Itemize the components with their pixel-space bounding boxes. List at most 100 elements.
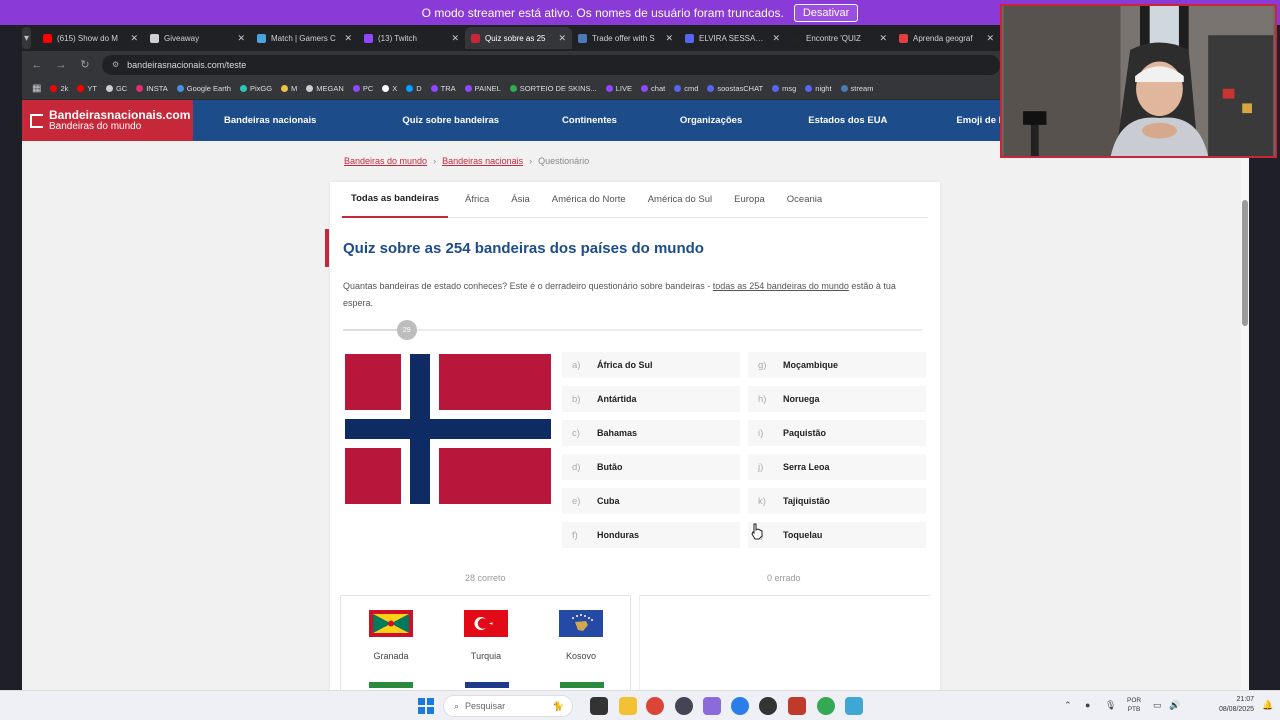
bookmark-item[interactable]: PixGG [239, 84, 272, 93]
tab-asia[interactable]: Ásia [502, 182, 538, 218]
nav-organizacoes[interactable]: Organizações [680, 115, 742, 126]
answer-option[interactable]: i) Paquistão [748, 420, 926, 446]
close-tab-icon[interactable]: ✕ [879, 33, 887, 44]
answer-option[interactable]: d) Butão [562, 454, 740, 480]
breadcrumb-bandeiras-nacionais[interactable]: Bandeiras nacionais [442, 156, 523, 166]
close-tab-icon[interactable]: ✕ [451, 33, 459, 44]
site-logo[interactable]: Bandeirasnacionais.com Bandeiras do mund… [22, 100, 193, 141]
bookmark-item[interactable]: D [406, 84, 422, 93]
bookmark-item[interactable]: GC [105, 84, 127, 93]
answer-option[interactable]: g) Moçambique [748, 352, 926, 378]
bookmark-item[interactable]: TRA [430, 84, 456, 93]
edge-icon[interactable] [731, 697, 749, 715]
tab-search-icon[interactable]: ▾ [22, 27, 31, 49]
bookmark-item[interactable]: Google Earth [176, 84, 231, 93]
bookmark-item[interactable]: PAINEL [464, 84, 501, 93]
tab-america-norte[interactable]: América do Norte [543, 182, 635, 218]
tab-europa[interactable]: Europa [725, 182, 774, 218]
close-tab-icon[interactable]: ✕ [344, 33, 352, 44]
tab-africa[interactable]: África [456, 182, 498, 218]
browser-tab[interactable]: Match | Gamers C ✕ [251, 27, 358, 49]
bookmark-item[interactable]: stream [840, 84, 873, 93]
close-tab-icon[interactable]: ✕ [237, 33, 245, 44]
tab-america-sul[interactable]: América do Sul [639, 182, 721, 218]
clock[interactable]: 21:07 08/08/2025 [1219, 695, 1254, 715]
browser-tab[interactable]: Quiz sobre as 25 ✕ [465, 27, 572, 49]
bookmark-item[interactable]: night [805, 84, 832, 93]
tray-chevron-icon[interactable]: ⌃ [1064, 700, 1072, 711]
answer-option[interactable]: l)Toquelau [748, 522, 926, 548]
answer-option[interactable]: a) África do Sul [562, 352, 740, 378]
scrollbar-thumb[interactable] [1242, 200, 1248, 326]
reload-icon[interactable]: ↻ [78, 58, 92, 71]
chrome-profile-icon[interactable] [817, 697, 835, 715]
bookmark-item[interactable]: 2k [50, 84, 68, 93]
browser-tab[interactable]: ELVIRA SESSAO D ✕ [679, 27, 786, 49]
disable-streamer-mode-button[interactable]: Desativar [793, 3, 859, 22]
taskbar-search[interactable]: ⌕ Pesquisar 🐈 [443, 695, 573, 717]
answer-option[interactable]: c) Bahamas [562, 420, 740, 446]
answer-option[interactable]: k) Tajiquistão [748, 488, 926, 514]
answer-option[interactable]: h) Noruega [748, 386, 926, 412]
answer-option[interactable]: f) Honduras [562, 522, 740, 548]
volume-icon[interactable]: 🔊 [1169, 700, 1180, 711]
app-icon[interactable] [675, 697, 693, 715]
close-tab-icon[interactable]: ✕ [986, 33, 994, 44]
option-key: a) [572, 359, 581, 371]
answer-option[interactable]: b) Antártida [562, 386, 740, 412]
tray-app-icon[interactable]: ● [1085, 700, 1090, 710]
bookmark-item[interactable]: INSTA [136, 84, 168, 93]
desc-link[interactable]: todas as 254 bandeiras do mundo [713, 281, 849, 291]
windows-start-icon[interactable] [418, 698, 434, 714]
nav-bandeiras-nacionais[interactable]: Bandeiras nacionais [224, 115, 316, 126]
language-indicator[interactable]: POR PTB [1127, 696, 1141, 714]
app-icon[interactable] [788, 697, 806, 715]
bookmark-favicon-icon [136, 85, 144, 92]
bookmark-item[interactable]: SORTEIO DE SKINS... [509, 84, 597, 93]
close-tab-icon[interactable]: ✕ [665, 33, 673, 44]
address-bar[interactable]: ⚙ bandeirasnacionais.com/teste [102, 54, 1000, 75]
task-view-icon[interactable] [590, 697, 608, 715]
app-icon[interactable] [845, 697, 863, 715]
bookmark-item[interactable]: cmd [674, 84, 698, 93]
bookmark-item[interactable]: MEGAN [306, 84, 344, 93]
close-tab-icon[interactable]: ✕ [558, 33, 566, 44]
bookmark-item[interactable]: msg [772, 84, 796, 93]
bookmark-item[interactable]: PC [352, 84, 373, 93]
browser-tab[interactable]: Encontre 'QUIZ ✕ [786, 27, 893, 49]
network-icon[interactable]: ▭ [1153, 700, 1162, 711]
browser-tab[interactable]: Giveaway ✕ [144, 27, 251, 49]
forward-icon[interactable]: → [54, 59, 68, 71]
bookmark-item[interactable]: X [382, 84, 397, 93]
chrome-icon[interactable] [646, 697, 664, 715]
tab-oceania[interactable]: Oceania [778, 182, 831, 218]
bookmark-item[interactable]: soostasCHAT [707, 84, 763, 93]
site-info-icon[interactable]: ⚙ [112, 60, 119, 69]
page-scrollbar[interactable] [1241, 141, 1249, 690]
close-tab-icon[interactable]: ✕ [772, 33, 780, 44]
discord-icon[interactable] [703, 697, 721, 715]
browser-tab[interactable]: Aprenda geograf ✕ [893, 27, 1000, 49]
microphone-icon[interactable]: 🎙 [1105, 700, 1116, 711]
tab-todas[interactable]: Todas as bandeiras [342, 182, 448, 218]
answer-option[interactable]: j) Serra Leoa [748, 454, 926, 480]
notification-bell-icon[interactable]: 🔔 [1262, 700, 1273, 711]
bookmark-item[interactable]: LIVE [605, 84, 632, 93]
bookmark-item[interactable]: YT [77, 84, 97, 93]
back-icon[interactable]: ← [30, 59, 44, 71]
nav-quiz-bandeiras[interactable]: Quiz sobre bandeiras [402, 115, 499, 126]
flag-granada-icon [369, 610, 413, 637]
answer-option[interactable]: e) Cuba [562, 488, 740, 514]
browser-tab[interactable]: Trade offer with S ✕ [572, 27, 679, 49]
browser-tab[interactable]: (615) Show do M ✕ [37, 27, 144, 49]
apps-grid-icon[interactable]: ▦ [32, 83, 41, 94]
bookmark-item[interactable]: M [281, 84, 297, 93]
file-explorer-icon[interactable] [619, 697, 637, 715]
bookmark-item[interactable]: chat [641, 84, 665, 93]
nav-continentes[interactable]: Continentes [562, 115, 617, 126]
obs-icon[interactable] [759, 697, 777, 715]
browser-tab[interactable]: (13) Twitch ✕ [358, 27, 465, 49]
close-tab-icon[interactable]: ✕ [130, 33, 138, 44]
nav-estados-eua[interactable]: Estados dos EUA [808, 115, 887, 126]
breadcrumb-bandeiras-do-mundo[interactable]: Bandeiras do mundo [344, 156, 427, 166]
